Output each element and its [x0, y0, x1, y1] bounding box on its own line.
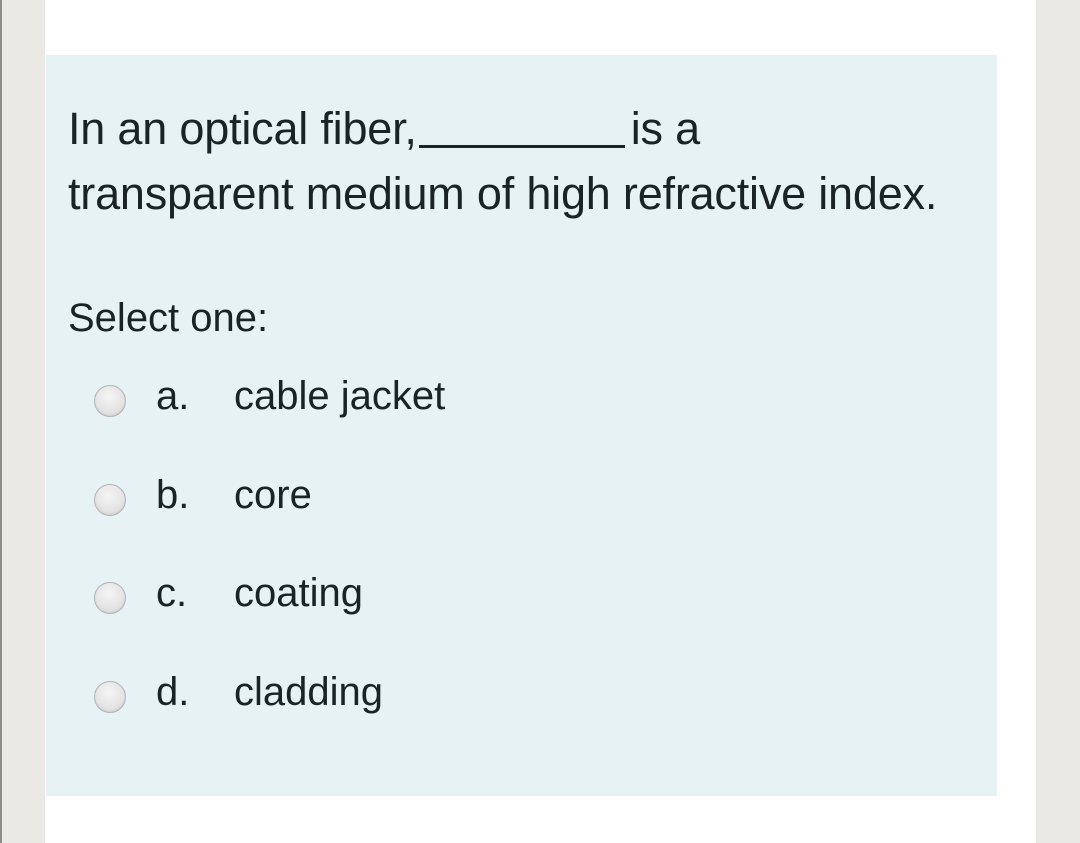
- radio-button-icon[interactable]: [94, 385, 126, 417]
- answer-blank: [418, 105, 625, 148]
- select-one-prompt: Select one:: [68, 296, 269, 340]
- radio-button-icon[interactable]: [94, 680, 126, 713]
- option-letter: d.: [156, 669, 190, 714]
- question-text: In an optical fiber, is a transparent medi…: [68, 96, 968, 226]
- option-label[interactable]: cable jacket: [234, 370, 445, 422]
- left-margin-strip: [0, 0, 45, 843]
- option-label[interactable]: coating: [234, 567, 363, 619]
- option-c[interactable]: c. coating: [94, 567, 445, 666]
- question-text-after-line1: is a: [630, 103, 700, 154]
- radio-button-icon[interactable]: [94, 483, 126, 516]
- question-text-before: In an optical fiber,: [68, 103, 417, 154]
- answer-options: a. cable jacket b. core c. coating d. cl…: [94, 370, 445, 764]
- question-text-after-line2: transparent medium of high refractive in…: [68, 168, 938, 219]
- option-letter: c.: [156, 571, 188, 615]
- option-letter: a.: [156, 374, 190, 418]
- option-b[interactable]: b. core: [94, 469, 445, 568]
- option-label[interactable]: cladding: [234, 666, 383, 718]
- option-d[interactable]: d. cladding: [94, 666, 445, 765]
- right-margin-strip: [1036, 0, 1080, 843]
- option-a[interactable]: a. cable jacket: [94, 370, 445, 469]
- option-label[interactable]: core: [234, 469, 312, 521]
- radio-button-icon[interactable]: [94, 582, 126, 614]
- option-letter: b.: [156, 472, 190, 517]
